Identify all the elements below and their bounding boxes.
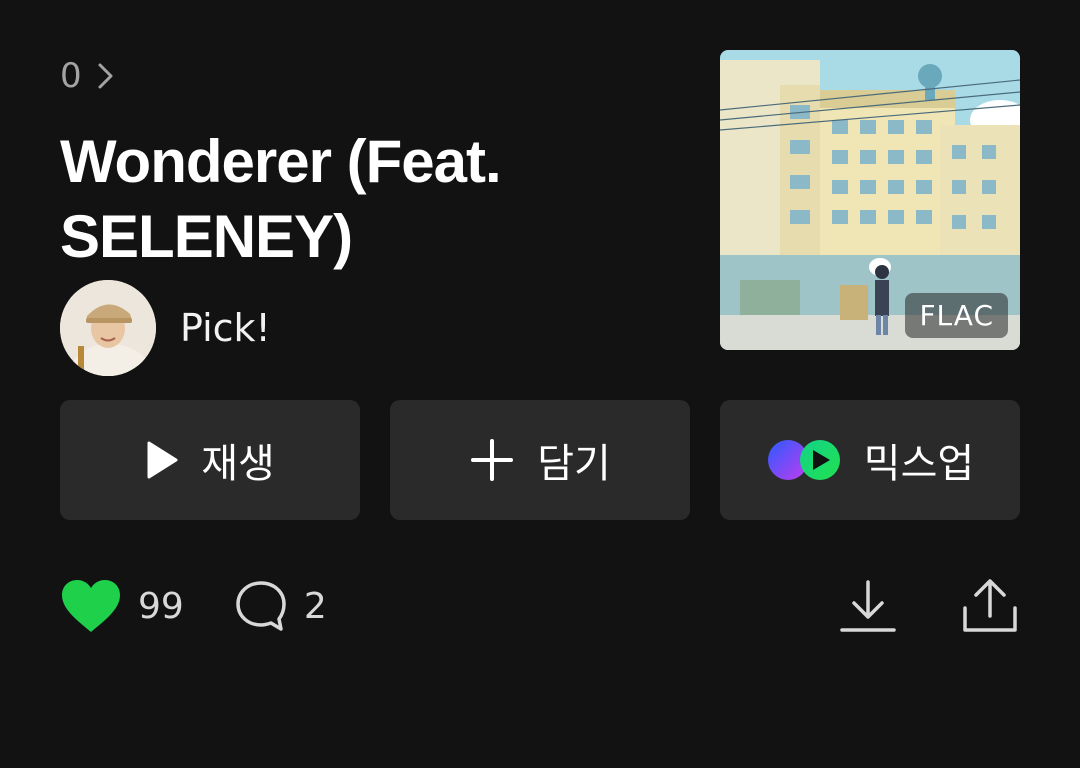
comment-icon — [236, 581, 286, 631]
action-buttons: 재생 담기 믹스업 — [60, 400, 1020, 520]
add-to-playlist-button[interactable]: 담기 — [390, 400, 690, 520]
album-cover[interactable]: FLAC — [720, 50, 1020, 350]
artist-avatar[interactable] — [60, 280, 156, 376]
breadcrumb-count: 0 — [60, 56, 82, 96]
play-icon — [147, 441, 178, 479]
share-icon[interactable] — [962, 578, 1018, 634]
play-button[interactable]: 재생 — [60, 400, 360, 520]
comment-count: 2 — [303, 585, 327, 627]
artist-row[interactable]: Pick! — [60, 280, 271, 376]
like-count: 99 — [138, 585, 184, 627]
like-button[interactable]: 99 — [60, 578, 184, 634]
chevron-right-icon — [98, 63, 113, 89]
utility-icons — [840, 578, 1018, 634]
flac-badge: FLAC — [905, 293, 1008, 338]
add-button-label: 담기 — [537, 441, 611, 487]
mixup-button-label: 믹스업 — [863, 441, 975, 487]
heart-icon — [62, 580, 120, 632]
comment-button[interactable]: 2 — [234, 579, 327, 633]
artist-name[interactable]: Pick! — [180, 306, 271, 350]
breadcrumb[interactable]: 0 — [60, 56, 116, 96]
play-button-label: 재생 — [201, 441, 275, 487]
song-detail-page: 0 Wonderer (Feat. SELENEY) Pick! FLAC 재생… — [0, 0, 1080, 768]
mixup-button[interactable]: 믹스업 — [720, 400, 1020, 520]
mixup-icon — [767, 440, 840, 480]
plus-icon — [471, 439, 514, 481]
stats-row: 99 2 — [60, 578, 327, 634]
song-title: Wonderer (Feat. SELENEY) — [60, 128, 502, 270]
download-icon[interactable] — [840, 578, 896, 634]
